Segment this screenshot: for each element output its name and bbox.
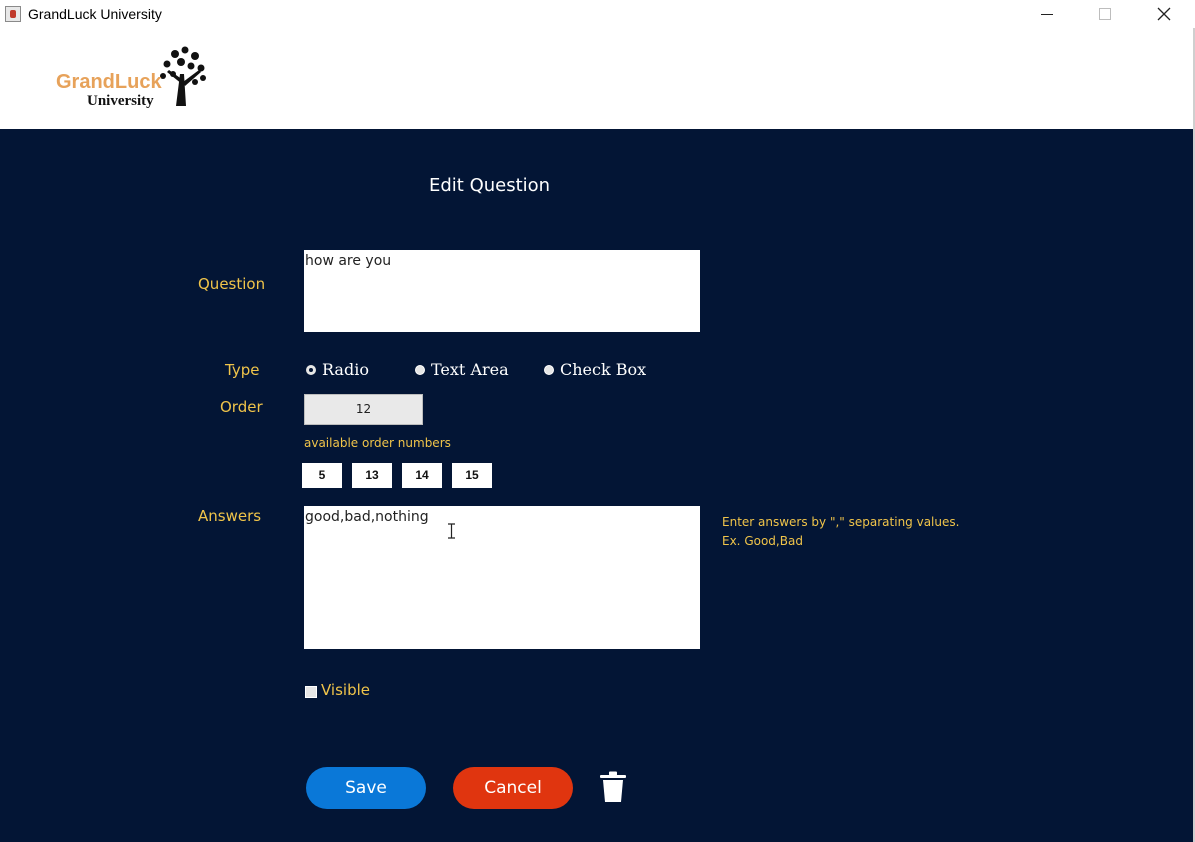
order-number-chip[interactable]: 15 xyxy=(452,463,492,488)
radio-unselected-icon xyxy=(544,364,554,375)
minimize-icon xyxy=(1041,13,1053,15)
question-input[interactable]: how are you xyxy=(304,250,700,332)
type-radio-option[interactable]: Radio xyxy=(306,360,369,379)
maximize-button[interactable] xyxy=(1076,0,1134,28)
logo-text-university: University xyxy=(87,93,154,109)
answers-input[interactable]: good,bad,nothing xyxy=(304,506,700,649)
order-input[interactable]: 12 xyxy=(304,394,423,425)
order-number-chip[interactable]: 14 xyxy=(402,463,442,488)
type-label: Type xyxy=(225,361,260,379)
java-app-icon xyxy=(5,6,21,22)
text-cursor-icon xyxy=(448,523,455,539)
trash-icon[interactable] xyxy=(599,771,627,803)
answers-label: Answers xyxy=(198,507,262,525)
available-order-label: available order numbers xyxy=(304,436,451,450)
type-checkbox-label: Check Box xyxy=(560,360,647,379)
edit-question-panel xyxy=(0,129,1193,842)
window-titlebar: GrandLuck University xyxy=(0,0,1195,28)
maximize-icon xyxy=(1099,8,1111,20)
save-button[interactable]: Save xyxy=(306,767,426,809)
cancel-button[interactable]: Cancel xyxy=(453,767,573,809)
type-textarea-label: Text Area xyxy=(431,360,509,379)
order-number-chip[interactable]: 13 xyxy=(352,463,392,488)
radio-selected-icon xyxy=(306,364,316,375)
answers-hint: Enter answers by "," separating values. xyxy=(722,515,960,529)
type-checkbox-option[interactable]: Check Box xyxy=(544,360,646,379)
order-number-chip[interactable]: 5 xyxy=(302,463,342,488)
visible-label: Visible xyxy=(321,681,370,699)
type-radio-label: Radio xyxy=(322,360,369,379)
close-icon xyxy=(1157,7,1171,21)
logo-text-grandluck: GrandLuck xyxy=(56,71,162,93)
answers-example: Ex. Good,Bad xyxy=(722,534,803,548)
close-button[interactable] xyxy=(1135,0,1193,28)
window-title: GrandLuck University xyxy=(28,6,162,22)
visible-checkbox[interactable] xyxy=(305,686,317,698)
question-label: Question xyxy=(198,275,266,293)
radio-unselected-icon xyxy=(415,364,425,375)
type-textarea-option[interactable]: Text Area xyxy=(415,360,509,379)
order-label: Order xyxy=(220,398,263,416)
minimize-button[interactable] xyxy=(1018,0,1076,28)
page-title: Edit Question xyxy=(429,175,551,196)
